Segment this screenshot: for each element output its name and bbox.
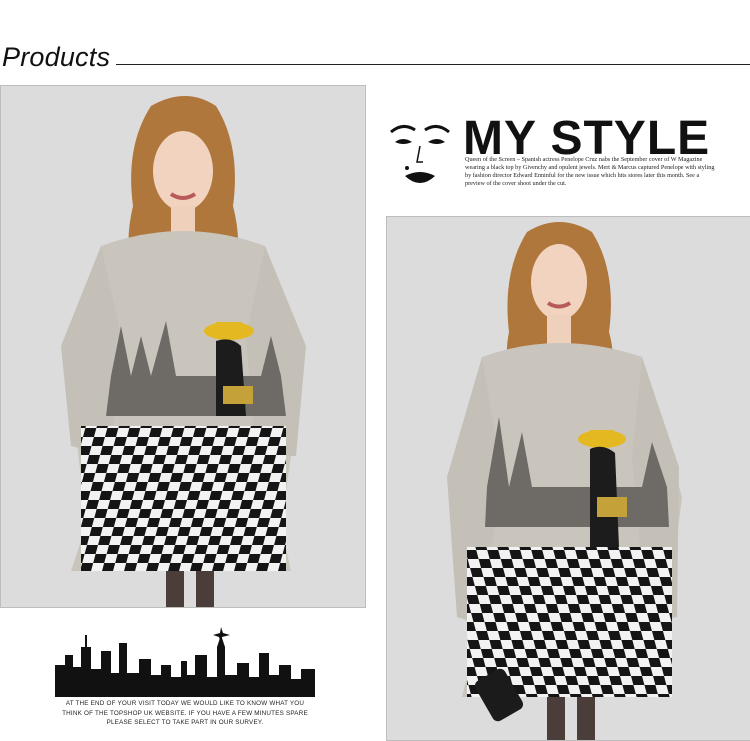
- banner-blurb: Queen of the Screen – Spanish actress Pe…: [465, 156, 715, 187]
- products-heading: Products: [0, 38, 750, 78]
- model-illustration-2: [387, 217, 750, 740]
- heading-divider: [116, 64, 750, 65]
- city-skyline-icon: [55, 627, 315, 697]
- section-title: Products: [2, 42, 111, 72]
- city-footer: AT THE END OF YOUR VISIT TODAY WE WOULD …: [55, 625, 315, 739]
- marilyn-face-icon: [390, 125, 450, 183]
- model-illustration: [1, 86, 365, 607]
- product-photo-side[interactable]: [386, 216, 750, 741]
- my-style-banner: MY STYLE Queen of the Screen – Spanish a…: [385, 112, 715, 202]
- product-photo-front[interactable]: [0, 85, 366, 608]
- survey-message: AT THE END OF YOUR VISIT TODAY WE WOULD …: [62, 700, 308, 726]
